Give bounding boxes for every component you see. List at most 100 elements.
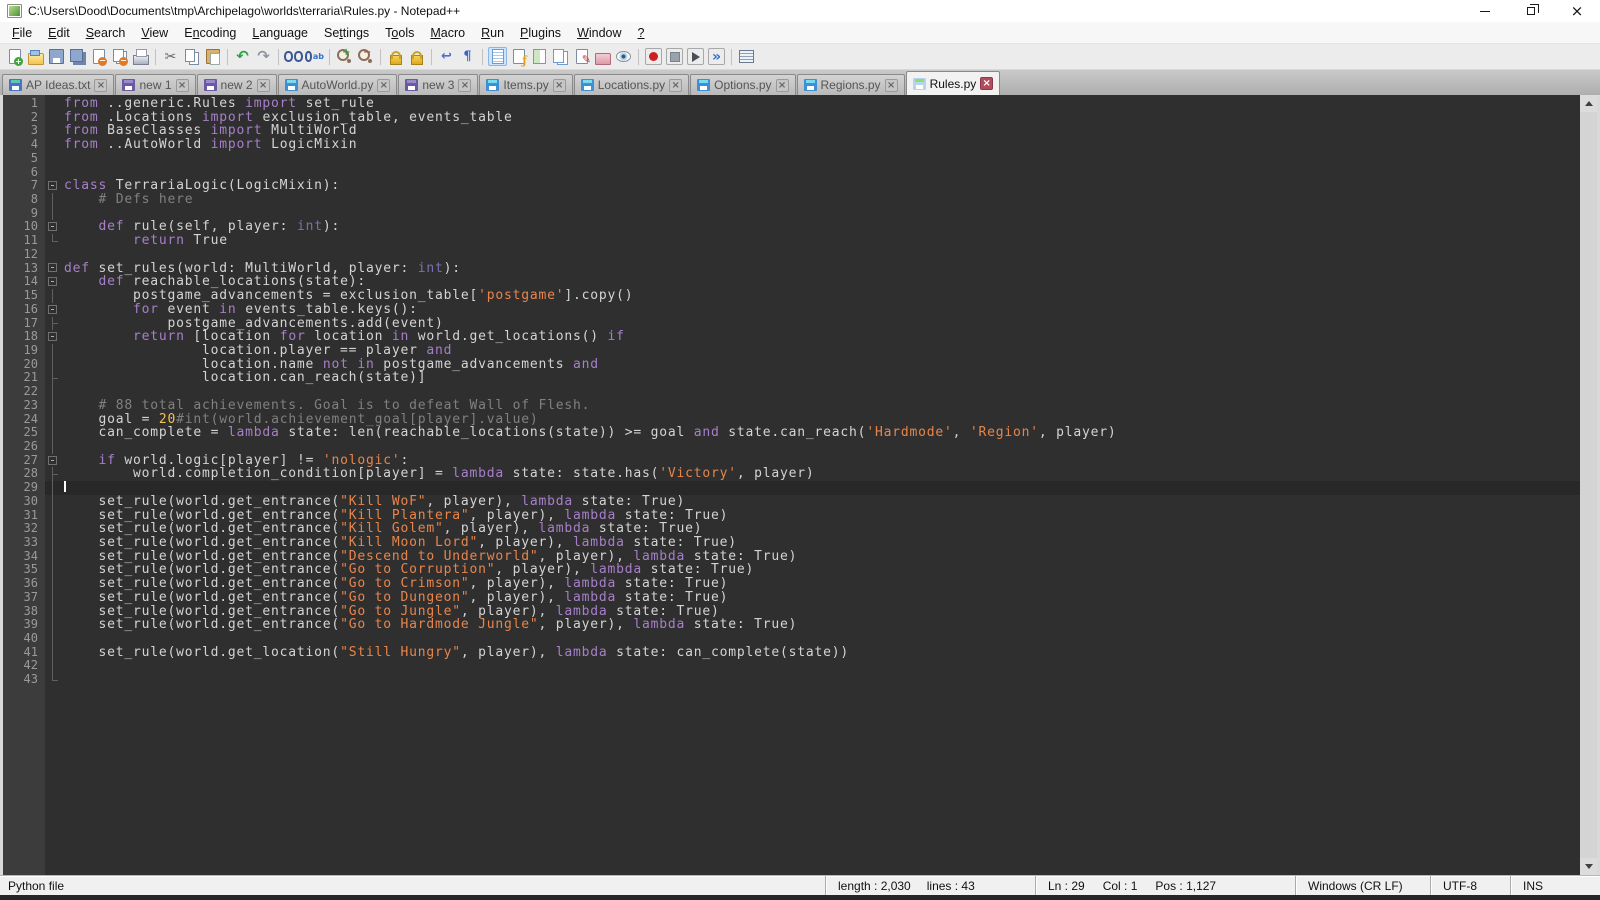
tab-close-icon[interactable]: × <box>176 79 189 92</box>
find-icon[interactable] <box>284 47 303 66</box>
scroll-up-button[interactable] <box>1580 95 1597 112</box>
code-text[interactable]: location.player == player and <box>60 344 1580 358</box>
menu-item-?[interactable]: ? <box>630 24 653 42</box>
code-text[interactable]: from ..generic.Rules import set_rule <box>60 97 1580 111</box>
close-all-icon[interactable] <box>110 47 129 66</box>
code-text[interactable]: set_rule(world.get_entrance("Go to Dunge… <box>60 591 1580 605</box>
code-line[interactable]: 42 <box>3 659 1580 673</box>
folder-as-workspace-icon[interactable] <box>593 47 612 66</box>
close-document-icon[interactable] <box>89 47 108 66</box>
replace-icon[interactable] <box>305 47 324 66</box>
code-text[interactable]: postgame_advancements = exclusion_table[… <box>60 289 1580 303</box>
code-editor[interactable]: 1from ..generic.Rules import set_rule2fr… <box>3 95 1580 875</box>
menu-item-tools[interactable]: Tools <box>377 24 422 42</box>
tab-autoworld-py[interactable]: AutoWorld.py× <box>278 74 398 95</box>
menu-item-edit[interactable]: Edit <box>40 24 78 42</box>
code-line[interactable]: 23 # 88 total achievements. Goal is to d… <box>3 399 1580 413</box>
code-line[interactable]: 6 <box>3 166 1580 180</box>
code-line[interactable]: 12 <box>3 248 1580 262</box>
code-line[interactable]: 37 set_rule(world.get_entrance("Go to Du… <box>3 591 1580 605</box>
code-line[interactable]: 34 set_rule(world.get_entrance("Descend … <box>3 550 1580 564</box>
open-folder-icon[interactable] <box>26 47 45 66</box>
code-text[interactable] <box>60 385 1580 399</box>
code-text[interactable]: set_rule(world.get_entrance("Go to Hardm… <box>60 618 1580 632</box>
tab-ap-ideas-txt[interactable]: AP Ideas.txt× <box>2 74 114 95</box>
code-line[interactable]: 11 return True <box>3 234 1580 248</box>
tab-new-3[interactable]: new 3× <box>398 74 478 95</box>
tab-items-py[interactable]: Items.py× <box>479 74 572 95</box>
code-text[interactable]: class TerrariaLogic(LogicMixin): <box>60 179 1580 193</box>
tab-close-icon[interactable]: × <box>980 77 993 90</box>
code-text[interactable] <box>60 632 1580 646</box>
status-encoding[interactable]: UTF-8 <box>1430 876 1510 895</box>
tab-close-icon[interactable]: × <box>553 79 566 92</box>
code-text[interactable]: from .Locations import exclusion_table, … <box>60 111 1580 125</box>
code-line[interactable]: 27 if world.logic[player] != 'nologic': <box>3 454 1580 468</box>
code-text[interactable] <box>60 440 1580 454</box>
code-text[interactable]: can_complete = lambda state: len(reachab… <box>60 426 1580 440</box>
show-all-characters-icon[interactable] <box>458 47 477 66</box>
status-insert-mode[interactable]: INS <box>1510 876 1600 895</box>
sync-horizontal-icon[interactable] <box>407 47 426 66</box>
save-icon[interactable] <box>47 47 66 66</box>
code-line[interactable]: 19 location.player == player and <box>3 344 1580 358</box>
vertical-scrollbar[interactable] <box>1580 95 1597 875</box>
code-line[interactable]: 28 world.completion_condition[player] = … <box>3 467 1580 481</box>
code-line[interactable]: 35 set_rule(world.get_entrance("Go to Co… <box>3 563 1580 577</box>
define-language-icon[interactable] <box>572 47 591 66</box>
code-line[interactable]: 16 for event in events_table.keys(): <box>3 303 1580 317</box>
menu-item-window[interactable]: Window <box>569 24 629 42</box>
code-line[interactable]: 25 can_complete = lambda state: len(reac… <box>3 426 1580 440</box>
tab-regions-py[interactable]: Regions.py× <box>797 74 905 95</box>
menu-item-macro[interactable]: Macro <box>422 24 473 42</box>
code-line[interactable]: 21 location.can_reach(state)] <box>3 371 1580 385</box>
code-line[interactable]: 18 return [location for location in worl… <box>3 330 1580 344</box>
code-text[interactable]: from BaseClasses import MultiWorld <box>60 124 1580 138</box>
cut-icon[interactable] <box>161 47 180 66</box>
code-line[interactable]: 3from BaseClasses import MultiWorld <box>3 124 1580 138</box>
tab-close-icon[interactable]: × <box>669 79 682 92</box>
redo-icon[interactable] <box>254 47 273 66</box>
code-line[interactable]: 32 set_rule(world.get_entrance("Kill Gol… <box>3 522 1580 536</box>
code-text[interactable]: location.can_reach(state)] <box>60 371 1580 385</box>
copy-icon[interactable] <box>182 47 201 66</box>
new-file-icon[interactable] <box>5 47 24 66</box>
paste-icon[interactable] <box>203 47 222 66</box>
sync-vertical-icon[interactable] <box>386 47 405 66</box>
code-text[interactable]: set_rule(world.get_entrance("Kill Plante… <box>60 509 1580 523</box>
code-text[interactable]: set_rule(world.get_entrance("Kill Moon L… <box>60 536 1580 550</box>
code-text[interactable]: set_rule(world.get_entrance("Kill Golem"… <box>60 522 1580 536</box>
code-text[interactable] <box>60 166 1580 180</box>
code-text[interactable]: def reachable_locations(state): <box>60 275 1580 289</box>
code-line[interactable]: 36 set_rule(world.get_entrance("Go to Cr… <box>3 577 1580 591</box>
indent-guide-icon[interactable] <box>488 47 507 66</box>
tab-locations-py[interactable]: Locations.py× <box>574 74 689 95</box>
code-text[interactable] <box>60 207 1580 221</box>
code-line[interactable]: 38 set_rule(world.get_entrance("Go to Ju… <box>3 605 1580 619</box>
menu-item-search[interactable]: Search <box>78 24 134 42</box>
function-list-icon[interactable] <box>509 47 528 66</box>
code-line[interactable]: 8 # Defs here <box>3 193 1580 207</box>
code-text[interactable]: return True <box>60 234 1580 248</box>
code-text[interactable]: def rule(self, player: int): <box>60 220 1580 234</box>
tab-rules-py[interactable]: Rules.py× <box>906 71 1001 95</box>
menu-item-encoding[interactable]: Encoding <box>176 24 244 42</box>
code-line[interactable]: 14 def reachable_locations(state): <box>3 275 1580 289</box>
code-text[interactable]: return [location for location in world.g… <box>60 330 1580 344</box>
code-text[interactable]: goal = 20#int(world.achievement_goal[pla… <box>60 413 1580 427</box>
code-text[interactable] <box>60 659 1580 673</box>
tab-close-icon[interactable]: × <box>377 79 390 92</box>
restore-button[interactable] <box>1508 0 1554 22</box>
macro-run-multiple-icon[interactable] <box>707 47 726 66</box>
tab-close-icon[interactable]: × <box>885 79 898 92</box>
tab-close-icon[interactable]: × <box>94 79 107 92</box>
status-eol-format[interactable]: Windows (CR LF) <box>1295 876 1430 895</box>
scroll-down-button[interactable] <box>1580 858 1597 875</box>
code-text[interactable]: world.completion_condition[player] = lam… <box>60 467 1580 481</box>
code-text[interactable]: set_rule(world.get_entrance("Go to Corru… <box>60 563 1580 577</box>
code-line[interactable]: 17 postgame_advancements.add(event) <box>3 317 1580 331</box>
code-line[interactable]: 2from .Locations import exclusion_table,… <box>3 111 1580 125</box>
code-text[interactable] <box>60 481 1580 495</box>
fold-collapse-control[interactable] <box>45 179 60 193</box>
macro-save-icon[interactable] <box>737 47 756 66</box>
